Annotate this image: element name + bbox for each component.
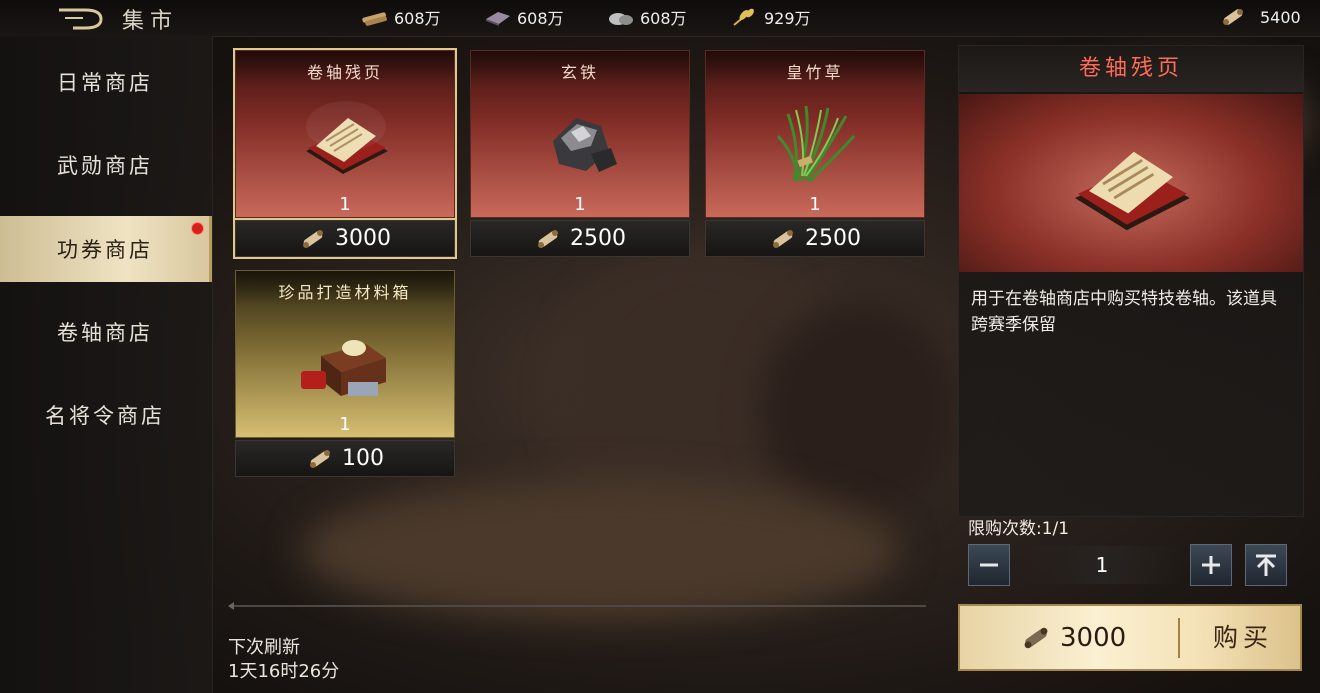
sidebar-item-voucher-shop[interactable]: 功券商店 — [0, 216, 212, 282]
sidebar-item-label: 日常商店 — [57, 71, 153, 95]
currency-scroll: 5400 — [1218, 5, 1301, 29]
list-scrollbar[interactable] — [228, 602, 928, 610]
sidebar-item-general-token-shop[interactable]: 名将令商店 — [0, 384, 210, 446]
shop-item-black-iron[interactable]: 玄铁 1 2500 — [470, 50, 690, 257]
wood-icon — [362, 12, 387, 26]
item-price: 2500 — [705, 220, 925, 257]
item-detail-panel: 卷轴残页 用于在卷轴商店中购买特技卷轴。该道具跨赛季保留 — [958, 45, 1304, 517]
item-quantity: 1 — [339, 414, 351, 435]
scroll-icon — [303, 229, 323, 248]
resource-value: 929万 — [764, 9, 811, 28]
quantity-value[interactable]: 1 — [1018, 546, 1186, 584]
item-quantity: 1 — [574, 194, 586, 215]
refresh-label: 下次刷新 — [228, 637, 300, 658]
sidebar-item-scroll-shop[interactable]: 卷轴商店 — [0, 301, 210, 363]
item-price: 100 — [235, 440, 455, 477]
shop-item-material-chest[interactable]: 珍品打造材料箱 1 100 — [235, 270, 455, 477]
resource-value: 608万 — [517, 9, 564, 28]
sidebar-item-daily-shop[interactable]: 日常商店 — [0, 51, 210, 113]
purchase-limit: 限购次数:1/1 — [968, 519, 1070, 539]
item-price: 3000 — [233, 218, 457, 259]
stone-icon — [609, 13, 633, 25]
iron-ore-icon — [553, 118, 617, 172]
sidebar-item-merit-shop[interactable]: 武勋商店 — [0, 134, 210, 196]
resource-wood: 608万 — [360, 5, 441, 29]
item-name: 珍品打造材料箱 — [278, 283, 412, 302]
sidebar-item-label: 名将令商店 — [45, 404, 165, 428]
resource-grain: 929万 — [730, 5, 811, 29]
detail-description: 用于在卷轴商店中购买特技卷轴。该道具跨赛季保留 — [971, 289, 1277, 335]
shop-sidebar: 日常商店 武勋商店 功券商店 卷轴商店 名将令商店 — [0, 36, 213, 693]
sidebar-item-label: 功券商店 — [57, 238, 153, 262]
item-name: 玄铁 — [560, 63, 599, 82]
scroll-page-icon — [306, 101, 388, 174]
iron-icon — [486, 12, 510, 26]
refresh-timer: 1天16时26分 — [228, 661, 340, 682]
detail-art — [959, 94, 1303, 272]
shop-item-imperial-grass[interactable]: 皇竹草 1 2500 — [705, 50, 925, 257]
buy-price: 3000 — [1020, 606, 1126, 669]
page-title: 集市 — [122, 9, 179, 34]
notification-dot — [191, 222, 204, 235]
scroll-icon — [1223, 9, 1243, 25]
scroll-icon — [538, 229, 558, 248]
item-price-value: 100 — [342, 446, 384, 471]
resource-value: 608万 — [394, 9, 441, 28]
minus-icon — [980, 563, 998, 567]
buy-price-value: 3000 — [1060, 622, 1127, 653]
currency-value: 5400 — [1260, 7, 1301, 27]
grass-bundle-icon — [776, 105, 856, 183]
scroll-page-icon — [1075, 151, 1190, 231]
decrease-button[interactable] — [968, 544, 1010, 586]
item-quantity: 1 — [809, 194, 821, 215]
buy-divider — [1178, 618, 1180, 658]
material-chest-icon — [301, 340, 386, 396]
buy-label: 购买 — [1212, 623, 1273, 652]
item-price: 2500 — [470, 220, 690, 257]
sidebar-item-label: 武勋商店 — [57, 154, 153, 178]
item-price-value: 3000 — [335, 226, 391, 251]
item-price-value: 2500 — [805, 226, 861, 251]
quantity-stepper: 1 — [968, 544, 1288, 586]
resource-iron: 608万 — [483, 5, 564, 29]
top-bar: 集市 608万 608万 608万 929万 5400 — [0, 0, 1320, 37]
item-name: 卷轴残页 — [306, 63, 383, 82]
max-icon — [1256, 554, 1276, 576]
item-quantity: 1 — [339, 194, 351, 215]
buy-button[interactable]: 3000 购买 — [958, 604, 1302, 671]
increase-button[interactable] — [1190, 544, 1232, 586]
shop-item-scroll-page[interactable]: 卷轴残页 1 3000 — [233, 48, 457, 259]
item-price-value: 2500 — [570, 226, 626, 251]
resource-stone: 608万 — [606, 5, 687, 29]
scroll-icon — [1024, 627, 1048, 648]
resource-value: 608万 — [640, 9, 687, 28]
detail-title: 卷轴残页 — [959, 46, 1303, 92]
scroll-icon — [773, 229, 793, 248]
grain-icon — [733, 8, 754, 26]
plus-icon — [1202, 556, 1220, 574]
sidebar-item-label: 卷轴商店 — [57, 321, 153, 345]
item-name: 皇竹草 — [786, 63, 844, 82]
max-quantity-button[interactable] — [1245, 544, 1287, 586]
scroll-icon — [310, 449, 330, 468]
back-arrow-icon[interactable] — [55, 6, 105, 30]
